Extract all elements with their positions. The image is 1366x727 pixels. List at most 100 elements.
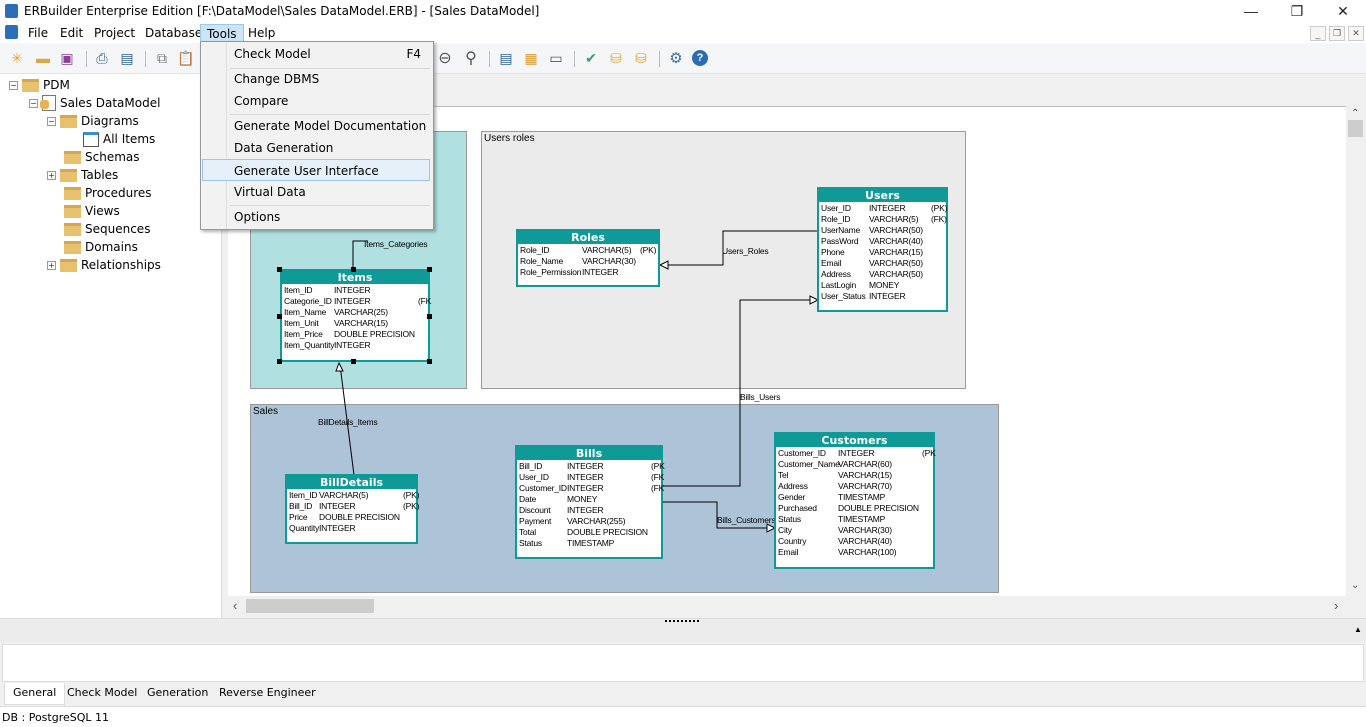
column-row[interactable]: Email VARCHAR(100) (776, 547, 933, 558)
column-row[interactable]: Customer_Name VARCHAR(60) (776, 459, 933, 470)
new-icon[interactable]: ✳ (8, 49, 26, 67)
rel-label-users-roles[interactable]: Users_Roles (722, 246, 769, 256)
zoom-out-icon[interactable]: ⊖ (436, 49, 454, 67)
collapse-icon[interactable]: − (47, 116, 56, 126)
menu-database[interactable]: Database (139, 24, 208, 43)
column-row[interactable]: Email VARCHAR(50) (819, 258, 946, 269)
menu-item-generate-model-documentation[interactable]: Generate Model Documentation (203, 115, 431, 137)
rel-label-items-categories[interactable]: Items_Categories (364, 239, 428, 249)
column-row[interactable]: Discount INTEGER (517, 505, 661, 516)
horizontal-scroll-thumb[interactable] (246, 599, 374, 613)
column-row[interactable]: Bill_ID INTEGER (PK) (287, 501, 419, 512)
menu-project[interactable]: Project (88, 24, 141, 43)
print-icon[interactable]: ⎙ (93, 49, 111, 67)
menu-item-compare[interactable]: Compare (203, 90, 431, 112)
column-row[interactable]: PassWord VARCHAR(40) (819, 236, 946, 247)
layout-icon[interactable]: ▭ (547, 49, 565, 67)
column-row[interactable]: City VARCHAR(30) (776, 525, 933, 536)
selection-handle[interactable] (427, 314, 432, 319)
mdi-close-button[interactable]: ✕ (1348, 26, 1364, 41)
zoom-icon[interactable]: ⚲ (462, 49, 480, 67)
tree-item-tables[interactable]: + Tables (47, 166, 118, 184)
mdi-minimize-button[interactable]: _ (1310, 26, 1326, 41)
collapse-panel-icon[interactable]: ▲ (1354, 625, 1362, 634)
column-row[interactable]: Item_Unit VARCHAR(15) (282, 318, 428, 329)
selection-handle[interactable] (277, 314, 282, 319)
column-row[interactable]: Role_Name VARCHAR(30) (518, 256, 658, 267)
column-row[interactable]: Address VARCHAR(50) (819, 269, 946, 280)
menu-item-options[interactable]: Options (203, 206, 431, 228)
maximize-button[interactable]: ❐ (1274, 0, 1320, 22)
copy-icon[interactable]: ⧉ (153, 49, 171, 67)
tree-item-schemas[interactable]: Schemas (64, 148, 140, 166)
column-row[interactable]: Customer_ID INTEGER (FK (517, 483, 664, 494)
splitter-grip[interactable] (665, 620, 699, 623)
rel-label-bills-users[interactable]: Bills_Users (740, 392, 781, 402)
print-preview-icon[interactable]: ▤ (118, 49, 136, 67)
tree-item-all-items[interactable]: All Items (83, 130, 155, 148)
help-icon[interactable]: ? (692, 50, 708, 66)
entity-users[interactable]: Users User_ID INTEGER (PK) Role_ID VARCHAR(5)… (817, 187, 948, 312)
tree-item-views[interactable]: Views (64, 202, 120, 220)
tree-item-pdm[interactable]: − PDM (9, 76, 70, 94)
column-row[interactable]: Date MONEY (517, 494, 661, 505)
scroll-right-icon[interactable]: › (1334, 598, 1338, 613)
column-row[interactable]: Role_Permission INTEGER (518, 267, 658, 278)
tree-item-sequences[interactable]: Sequences (64, 220, 150, 238)
tree-item-domains[interactable]: Domains (64, 238, 138, 256)
vertical-scroll-thumb[interactable] (1348, 120, 1363, 137)
minimize-button[interactable]: — (1228, 0, 1274, 22)
report-icon[interactable]: ▦ (522, 49, 540, 67)
column-row[interactable]: Country VARCHAR(40) (776, 536, 933, 547)
tab-check-model[interactable]: Check Model (59, 683, 145, 705)
document-view-icon[interactable]: ▤ (497, 49, 515, 67)
rel-label-billdetails-items[interactable]: BillDetails_Items (318, 417, 378, 427)
column-row[interactable]: Price DOUBLE PRECISION (287, 512, 416, 523)
column-row[interactable]: Item_Price DOUBLE PRECISION (282, 329, 428, 340)
menu-item-change-dbms[interactable]: Change DBMS (203, 68, 431, 90)
column-row[interactable]: Item_ID VARCHAR(5) (PK) (287, 490, 419, 501)
selection-handle[interactable] (351, 359, 356, 364)
scroll-left-icon[interactable]: ‹ (233, 598, 237, 613)
entity-roles[interactable]: Roles Role_ID VARCHAR(5) (PK) Role_Name VARCH… (516, 229, 660, 287)
save-icon[interactable]: ▣ (58, 49, 76, 67)
expand-icon[interactable]: + (47, 260, 56, 270)
column-row[interactable]: Status TIMESTAMP (776, 514, 933, 525)
tab-reverse-engineer[interactable]: Reverse Engineer (211, 683, 324, 705)
rel-label-bills-customers[interactable]: Bills_Customers (717, 515, 776, 525)
menu-item-check-model[interactable]: Check Model F4 (203, 43, 431, 65)
mdi-restore-button[interactable]: ❐ (1329, 26, 1345, 41)
open-folder-icon[interactable]: ▬ (34, 49, 52, 67)
column-row[interactable]: Gender TIMESTAMP (776, 492, 933, 503)
column-row[interactable]: User_ID INTEGER (FK (517, 472, 664, 483)
column-row[interactable]: Phone VARCHAR(15) (819, 247, 946, 258)
column-row[interactable]: Item_Name VARCHAR(25) (282, 307, 428, 318)
collapse-icon[interactable]: − (9, 80, 18, 90)
selection-handle[interactable] (351, 267, 356, 272)
tree-item-procedures[interactable]: Procedures (64, 184, 152, 202)
bottom-splitter[interactable]: ▲ (0, 618, 1366, 642)
document-icon[interactable] (5, 25, 18, 39)
column-row[interactable]: Item_Quantity INTEGER (282, 340, 428, 351)
menu-item-generate-user-interface[interactable]: Generate User Interface (202, 159, 430, 181)
column-row[interactable]: Item_ID INTEGER (282, 285, 428, 296)
column-row[interactable]: Address VARCHAR(70) (776, 481, 933, 492)
column-row[interactable]: Quantity INTEGER (287, 523, 416, 534)
column-row[interactable]: Role_ID VARCHAR(5) (PK) (518, 245, 658, 256)
column-row[interactable]: User_ID INTEGER (PK) (819, 203, 947, 214)
entity-customers[interactable]: Customers Customer_ID INTEGER (PK Customer_N… (774, 432, 936, 569)
column-row[interactable]: Tel VARCHAR(15) (776, 470, 933, 481)
menu-item-data-generation[interactable]: Data Generation (203, 137, 431, 159)
selection-handle[interactable] (427, 359, 432, 364)
database-sync-icon[interactable]: ⛁ (607, 49, 625, 67)
column-row[interactable]: Total DOUBLE PRECISION (517, 527, 661, 538)
collapse-icon[interactable]: − (29, 98, 38, 108)
column-row[interactable]: Customer_ID INTEGER (PK (776, 448, 936, 459)
column-row[interactable]: LastLogin MONEY (819, 280, 946, 291)
entity-billdetails[interactable]: BillDetails Item_ID VARCHAR(5) (PK) Bill_ID I… (285, 474, 419, 544)
tree-item-sales-datamodel[interactable]: − Sales DataModel (29, 94, 160, 112)
horizontal-scrollbar[interactable]: ‹ › (228, 596, 1346, 616)
scroll-up-icon[interactable]: ⌃ (1351, 108, 1359, 119)
menu-file[interactable]: File (22, 24, 54, 43)
settings-icon[interactable]: ⚙ (667, 49, 685, 67)
